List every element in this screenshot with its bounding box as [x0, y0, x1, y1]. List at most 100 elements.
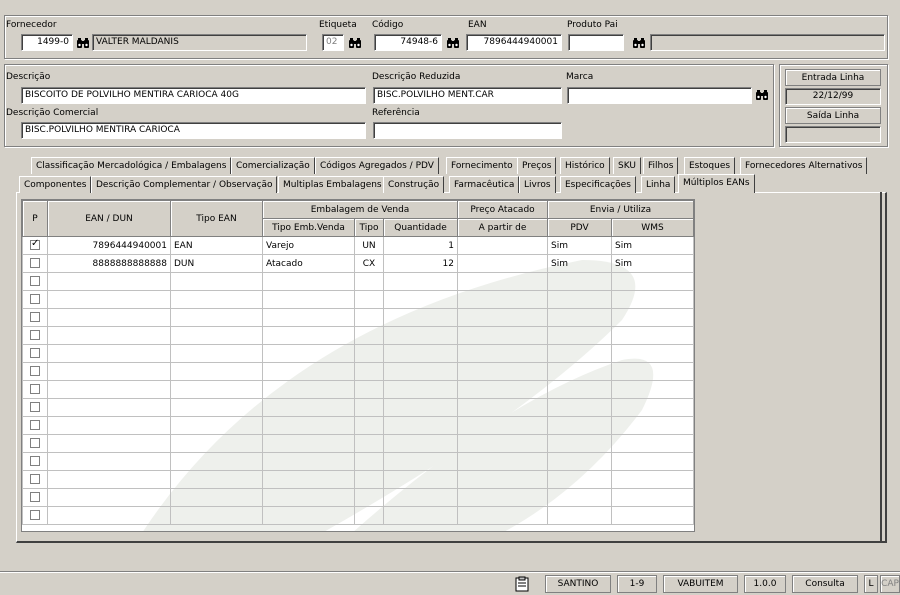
- cell-quantidade[interactable]: [383, 452, 458, 471]
- cell-a-partir-de[interactable]: [457, 380, 548, 399]
- cell-p[interactable]: [22, 434, 48, 453]
- cell-pdv[interactable]: [547, 326, 612, 345]
- cell-tipo-emb-venda[interactable]: [262, 398, 355, 417]
- tab-comercializacao[interactable]: Comercialização: [231, 157, 315, 174]
- cell-a-partir-de[interactable]: [457, 326, 548, 345]
- primary-checkbox[interactable]: [30, 330, 40, 341]
- cell-ean[interactable]: [47, 398, 171, 417]
- cell-wms[interactable]: [611, 362, 694, 381]
- cell-quantidade[interactable]: [383, 488, 458, 507]
- cell-p[interactable]: [22, 236, 48, 255]
- descricao-reduzida-field[interactable]: BISC.POLVILHO MENT.CAR: [373, 87, 562, 104]
- cell-pdv[interactable]: [547, 344, 612, 363]
- table-row[interactable]: 7896444940001EANVarejoUN1 SimSim: [22, 236, 694, 255]
- primary-checkbox[interactable]: [30, 456, 40, 467]
- cell-wms[interactable]: [611, 272, 694, 291]
- produto-pai-code-field[interactable]: [568, 34, 624, 51]
- cell-tipo-emb-venda[interactable]: [262, 326, 355, 345]
- cell-a-partir-de[interactable]: [457, 290, 548, 309]
- cell-wms[interactable]: Sim: [611, 254, 694, 273]
- cell-tipo-ean[interactable]: [170, 362, 263, 381]
- col-wms[interactable]: WMS: [611, 218, 694, 237]
- cell-ean[interactable]: 8888888888888: [47, 254, 171, 273]
- col-ean[interactable]: EAN / DUN: [47, 200, 171, 237]
- col-a-partir-de[interactable]: A partir de: [457, 218, 548, 237]
- cell-wms[interactable]: [611, 308, 694, 327]
- cell-tipo[interactable]: [354, 488, 384, 507]
- cell-p[interactable]: [22, 488, 48, 507]
- cell-tipo[interactable]: [354, 344, 384, 363]
- etiqueta-field[interactable]: 02: [322, 34, 344, 51]
- cell-tipo[interactable]: [354, 290, 384, 309]
- tab-linha[interactable]: Linha: [641, 176, 676, 193]
- cell-ean[interactable]: [47, 488, 171, 507]
- cell-pdv[interactable]: [547, 362, 612, 381]
- marca-field[interactable]: [567, 87, 752, 104]
- cell-tipo[interactable]: [354, 308, 384, 327]
- cell-p[interactable]: [22, 380, 48, 399]
- col-tipo-ean[interactable]: Tipo EAN: [170, 200, 263, 237]
- cell-quantidade[interactable]: [383, 362, 458, 381]
- table-row[interactable]: [22, 326, 694, 345]
- tab-codigos-agregados[interactable]: Códigos Agregados / PDV: [315, 157, 439, 174]
- primary-checkbox[interactable]: [30, 474, 40, 485]
- cell-quantidade[interactable]: [383, 326, 458, 345]
- table-row[interactable]: [22, 416, 694, 435]
- cell-p[interactable]: [22, 290, 48, 309]
- tab-construcao[interactable]: Construção: [383, 176, 445, 193]
- cell-tipo-ean[interactable]: [170, 380, 263, 399]
- cell-wms[interactable]: [611, 416, 694, 435]
- table-row[interactable]: [22, 470, 694, 489]
- supplier-code-field[interactable]: 1499-0: [21, 34, 73, 51]
- cell-wms[interactable]: [611, 470, 694, 489]
- cell-a-partir-de[interactable]: [457, 362, 548, 381]
- cell-tipo-ean[interactable]: [170, 308, 263, 327]
- cell-quantidade[interactable]: 1: [383, 236, 458, 255]
- cell-tipo[interactable]: [354, 398, 384, 417]
- etiqueta-search-button[interactable]: [346, 34, 363, 51]
- table-row[interactable]: [22, 308, 694, 327]
- primary-checkbox[interactable]: [30, 366, 40, 377]
- cell-tipo-emb-venda[interactable]: [262, 470, 355, 489]
- cell-ean[interactable]: [47, 362, 171, 381]
- cell-p[interactable]: [22, 308, 48, 327]
- cell-tipo-ean[interactable]: [170, 344, 263, 363]
- cell-a-partir-de[interactable]: [457, 452, 548, 471]
- cell-tipo-emb-venda[interactable]: [262, 272, 355, 291]
- cell-quantidade[interactable]: [383, 434, 458, 453]
- cell-pdv[interactable]: [547, 434, 612, 453]
- cell-tipo-ean[interactable]: [170, 434, 263, 453]
- col-p[interactable]: P: [22, 200, 48, 237]
- table-row[interactable]: [22, 434, 694, 453]
- cell-a-partir-de[interactable]: [457, 434, 548, 453]
- cell-a-partir-de[interactable]: [457, 506, 548, 525]
- cell-pdv[interactable]: [547, 416, 612, 435]
- cell-ean[interactable]: [47, 272, 171, 291]
- descricao-field[interactable]: BISCOITO DE POLVILHO MENTIRA CARIOCA 40G: [21, 87, 366, 104]
- tab-especificacoes[interactable]: Especificações: [560, 176, 636, 193]
- cell-tipo-emb-venda[interactable]: [262, 488, 355, 507]
- table-row[interactable]: [22, 506, 694, 525]
- primary-checkbox[interactable]: [30, 238, 40, 251]
- cell-wms[interactable]: [611, 506, 694, 525]
- tab-fornecimento[interactable]: Fornecimento: [446, 157, 518, 174]
- tab-classificacao[interactable]: Classificação Mercadológica / Embalagens: [31, 157, 232, 174]
- cell-wms[interactable]: [611, 344, 694, 363]
- tab-farmaceutica[interactable]: Farmacêutica: [449, 176, 520, 193]
- cell-a-partir-de[interactable]: [457, 272, 548, 291]
- cell-ean[interactable]: [47, 416, 171, 435]
- primary-checkbox[interactable]: [30, 420, 40, 431]
- tab-descricao-complementar[interactable]: Descrição Complementar / Observação: [91, 176, 278, 193]
- cell-tipo[interactable]: [354, 380, 384, 399]
- cell-ean[interactable]: [47, 452, 171, 471]
- cell-quantidade[interactable]: [383, 308, 458, 327]
- cell-tipo-emb-venda[interactable]: [262, 380, 355, 399]
- table-row[interactable]: [22, 362, 694, 381]
- cell-pdv[interactable]: [547, 398, 612, 417]
- cell-tipo-emb-venda[interactable]: Varejo: [262, 236, 355, 255]
- cell-quantidade[interactable]: [383, 470, 458, 489]
- cell-tipo-ean[interactable]: [170, 506, 263, 525]
- cell-ean[interactable]: [47, 380, 171, 399]
- cell-p[interactable]: [22, 470, 48, 489]
- cell-tipo-ean[interactable]: [170, 272, 263, 291]
